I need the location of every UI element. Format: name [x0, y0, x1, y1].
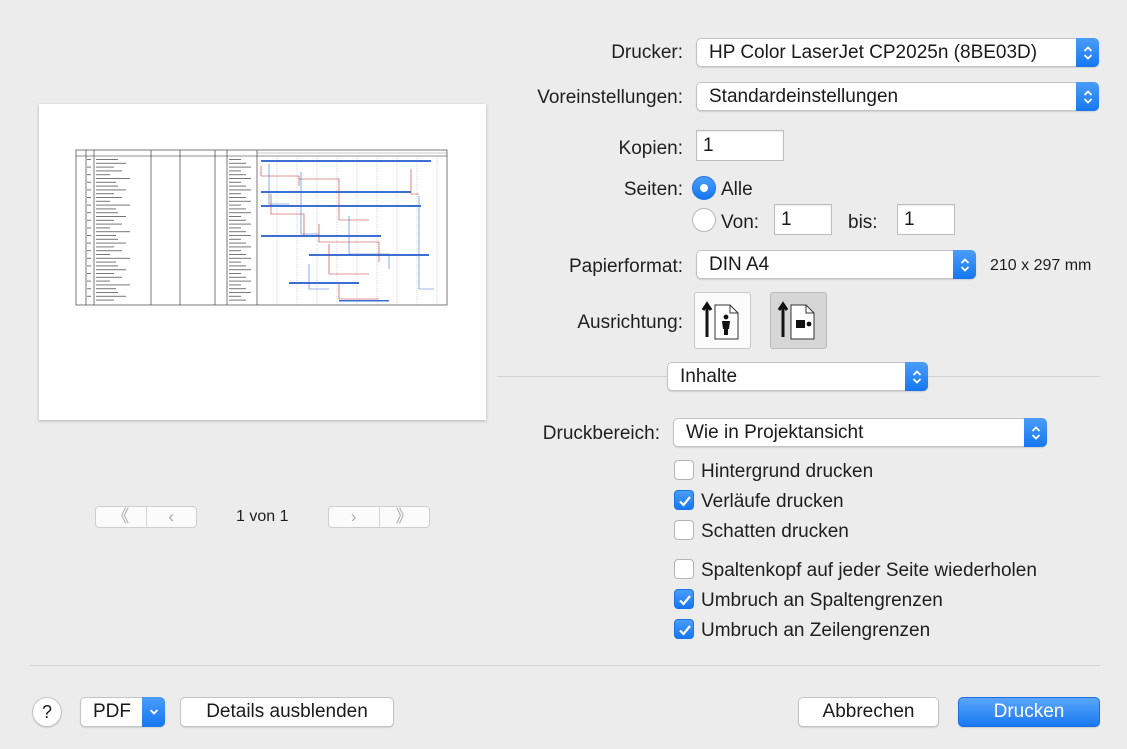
pages-all-radio[interactable]	[692, 176, 716, 200]
print-area-label: Druckbereich:	[542, 423, 660, 444]
cancel-button[interactable]: Abbrechen	[798, 697, 939, 727]
gradients-label: Verläufe drucken	[701, 491, 844, 512]
pages-range-radio[interactable]	[692, 208, 716, 232]
pdf-menu-button[interactable]: PDF	[80, 697, 165, 727]
paper-select[interactable]: DIN A4	[696, 250, 976, 279]
shadows-label: Schatten drucken	[701, 521, 849, 542]
column-break-checkbox[interactable]	[674, 589, 694, 609]
pages-all-label: Alle	[721, 179, 753, 200]
checkmark-icon	[679, 496, 691, 507]
row-break-label: Umbruch an Zeilengrenzen	[701, 620, 931, 641]
column-break-label: Umbruch an Spaltengrenzen	[701, 590, 943, 611]
row-break-checkbox[interactable]	[674, 619, 694, 639]
pdf-label: PDF	[93, 701, 131, 722]
copies-field[interactable]: 1	[696, 130, 784, 161]
background-label: Hintergrund drucken	[701, 461, 874, 482]
pages-to-label: bis:	[848, 212, 878, 233]
page-indicator: 1 von 1	[236, 508, 289, 525]
pages-label: Seiten:	[623, 179, 683, 200]
chevron-updown-icon	[905, 362, 928, 391]
checkmark-icon	[679, 595, 691, 606]
orientation-label: Ausrichtung:	[577, 312, 683, 333]
pages-from-label: Von:	[721, 212, 760, 233]
gantt-preview-thumbnail	[75, 149, 448, 306]
presets-select[interactable]: Standardeinstellungen	[696, 82, 1099, 111]
pages-to-field[interactable]: 1	[897, 204, 955, 235]
last-page-button[interactable]: 》	[378, 507, 430, 527]
next-page-button[interactable]: ›	[329, 507, 379, 527]
print-preview	[39, 104, 486, 420]
orientation-portrait-button[interactable]	[694, 292, 751, 349]
first-page-button[interactable]: 《	[96, 507, 146, 527]
chevron-updown-icon	[1024, 418, 1047, 447]
help-button[interactable]: ?	[32, 697, 62, 727]
checkmark-icon	[679, 625, 691, 636]
footer-divider	[30, 665, 1100, 666]
chevron-updown-icon	[1076, 82, 1099, 111]
copies-label: Kopien:	[618, 138, 683, 159]
pager-next-group: › 》	[328, 506, 430, 528]
background-checkbox[interactable]	[674, 460, 694, 480]
print-button[interactable]: Drucken	[958, 697, 1100, 727]
print-area-select[interactable]: Wie in Projektansicht	[673, 418, 1047, 447]
chevron-updown-icon	[953, 250, 976, 279]
presets-label: Voreinstellungen:	[537, 87, 683, 108]
portrait-icon	[701, 301, 739, 340]
section-value: Inhalte	[680, 366, 738, 387]
repeat-header-label: Spaltenkopf auf jeder Seite wiederholen	[701, 560, 1037, 581]
shadows-checkbox[interactable]	[674, 520, 694, 540]
print-area-value: Wie in Projektansicht	[686, 422, 864, 443]
paper-label: Papierformat:	[568, 256, 683, 277]
pager-prev-group: 《 ‹	[95, 506, 197, 528]
orientation-landscape-button[interactable]	[770, 292, 827, 349]
printer-select[interactable]: HP Color LaserJet CP2025n (8BE03D)	[696, 38, 1099, 67]
previous-page-button[interactable]: ‹	[145, 507, 197, 527]
presets-value: Standardeinstellungen	[709, 86, 899, 107]
section-select[interactable]: Inhalte	[667, 362, 928, 391]
landscape-icon	[777, 301, 815, 340]
pages-from-field[interactable]: 1	[774, 204, 832, 235]
chevron-down-icon	[142, 697, 165, 727]
printer-value: HP Color LaserJet CP2025n (8BE03D)	[709, 42, 1038, 63]
hide-details-button[interactable]: Details ausblenden	[180, 697, 394, 727]
repeat-header-checkbox[interactable]	[674, 559, 694, 579]
chevron-updown-icon	[1076, 38, 1099, 67]
paper-size-text: 210 x 297 mm	[990, 257, 1092, 274]
help-icon: ?	[41, 702, 52, 722]
printer-label: Drucker:	[611, 42, 683, 63]
gradients-checkbox[interactable]	[674, 490, 694, 510]
paper-value: DIN A4	[709, 254, 770, 275]
